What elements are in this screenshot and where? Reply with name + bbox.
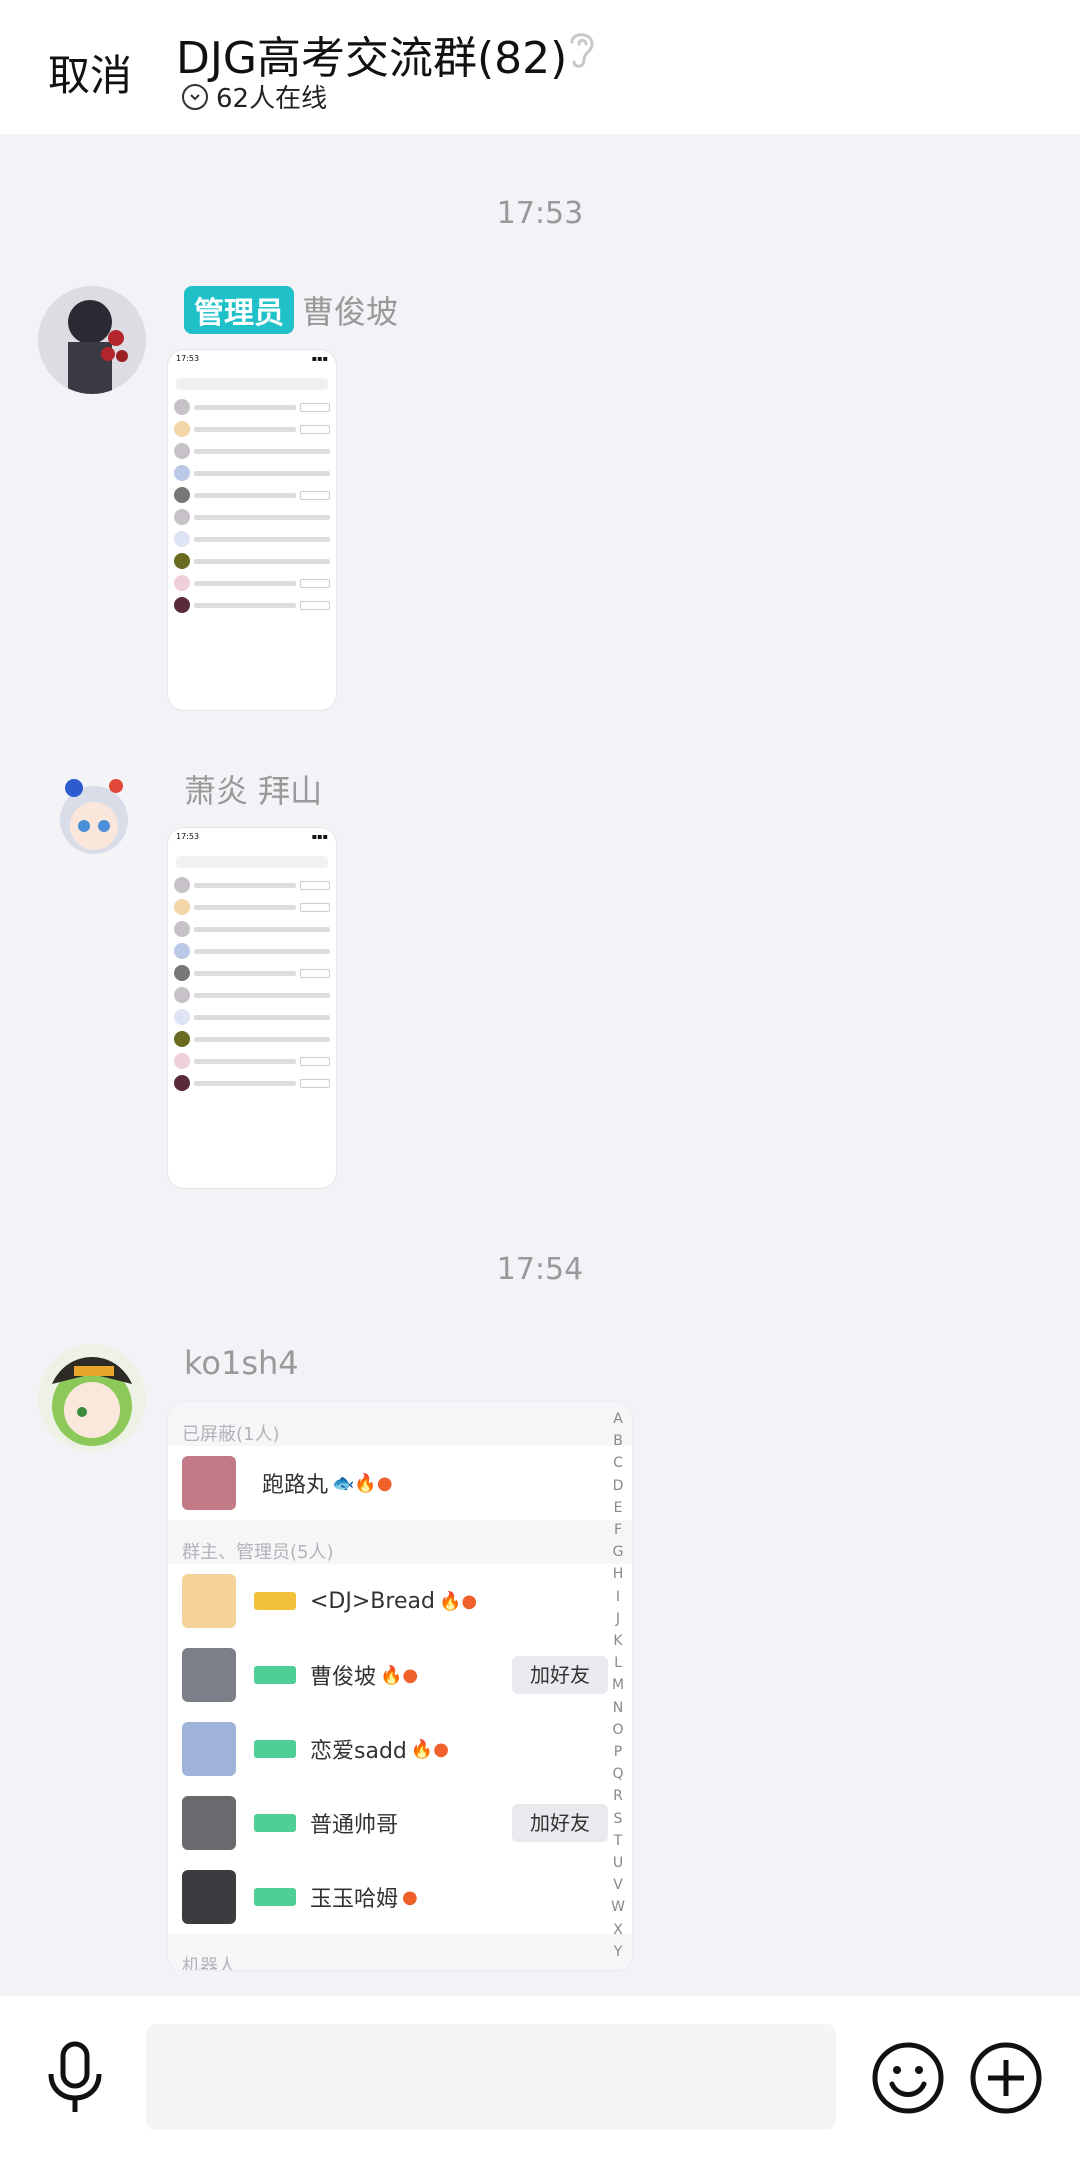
list-item: 恋爱sadd 🔥● [168, 1712, 632, 1786]
alphabet-letter[interactable]: S [608, 1808, 628, 1830]
avatar [182, 1796, 236, 1850]
ear-icon[interactable] [562, 26, 602, 72]
alphabet-letter[interactable]: D [608, 1475, 628, 1497]
image-message[interactable]: 已屏蔽(1人) 跑路丸 🐟🔥● 群主、管理员(5人) <DJ>Bread 🔥● … [168, 1402, 632, 1970]
microphone-icon[interactable] [44, 2040, 106, 2116]
sender-name: 曹俊坡 [302, 293, 399, 331]
alphabet-letter[interactable]: L [608, 1652, 628, 1674]
alphabet-letter[interactable]: I [608, 1586, 628, 1608]
admin-badge [254, 1814, 296, 1832]
list-item: 普通帅哥 加好友 [168, 1786, 632, 1860]
avatar [182, 1870, 236, 1924]
input-bar [0, 1996, 1080, 2159]
alphabet-letter[interactable]: X [608, 1919, 628, 1941]
sender-line: ko1sh4 [184, 1344, 299, 1382]
fire-icon: 🔥● [380, 1664, 419, 1686]
alphabet-letter[interactable]: B [608, 1430, 628, 1452]
sender-line: 萧炎 拜山 [184, 766, 322, 812]
alphabet-index: ABCDEFGHIJKLMNOPQRSTUVWXY [608, 1408, 628, 1963]
admin-badge: 管理员 [184, 286, 294, 334]
image-message[interactable]: 17:53 ▪▪▪ [168, 828, 336, 1188]
sender-line: 管理员 曹俊坡 [184, 286, 398, 334]
avatar[interactable] [38, 286, 146, 394]
admin-badge [254, 1740, 296, 1758]
list-item: 玉玉哈姆 ● [168, 1860, 632, 1934]
plus-icon[interactable] [968, 2040, 1044, 2116]
alphabet-letter[interactable]: C [608, 1452, 628, 1474]
group-title[interactable]: DJG高考交流群(82) [176, 22, 567, 86]
message-input[interactable] [146, 2024, 836, 2130]
avatar [182, 1648, 236, 1702]
owner-badge [254, 1592, 296, 1610]
alphabet-letter[interactable]: A [608, 1408, 628, 1430]
emoji-icon[interactable] [870, 2040, 946, 2116]
alphabet-letter[interactable]: V [608, 1874, 628, 1896]
list-item: <DJ>Bread 🔥● [168, 1564, 632, 1638]
alphabet-letter[interactable]: O [608, 1719, 628, 1741]
fire-icon: 🔥● [410, 1738, 449, 1760]
alphabet-letter[interactable]: E [608, 1497, 628, 1519]
admin-badge [254, 1666, 296, 1684]
alphabet-letter[interactable]: Q [608, 1763, 628, 1785]
avatar[interactable] [38, 1344, 146, 1452]
alphabet-letter[interactable]: U [608, 1852, 628, 1874]
add-friend-button[interactable]: 加好友 [512, 1656, 608, 1694]
timestamp: 17:54 [496, 1252, 584, 1287]
sender-name: ko1sh4 [184, 1344, 299, 1382]
list-item: 跑路丸 🐟🔥● [168, 1446, 632, 1520]
alphabet-letter[interactable]: W [608, 1896, 628, 1918]
admin-badge [254, 1888, 296, 1906]
alphabet-letter[interactable]: M [608, 1674, 628, 1696]
alphabet-letter[interactable]: J [608, 1608, 628, 1630]
avatar [182, 1456, 236, 1510]
section-header: 机器人 [168, 1934, 632, 1970]
alphabet-letter[interactable]: K [608, 1630, 628, 1652]
timestamp: 17:53 [496, 196, 584, 231]
alphabet-letter[interactable]: T [608, 1830, 628, 1852]
online-count: 62人在线 [216, 84, 328, 114]
chat-header: 取消 DJG高考交流群(82) 62人在线 [0, 0, 1080, 134]
fire-icon: 🔥● [438, 1590, 478, 1612]
list-item: 曹俊坡 🔥● 加好友 [168, 1638, 632, 1712]
avatar[interactable] [38, 766, 146, 874]
image-message[interactable]: 17:53 ▪▪▪ [168, 350, 336, 710]
alphabet-letter[interactable]: R [608, 1785, 628, 1807]
cancel-button[interactable]: 取消 [48, 42, 132, 103]
alphabet-letter[interactable]: H [608, 1563, 628, 1585]
avatar [182, 1722, 236, 1776]
alphabet-letter[interactable]: N [608, 1697, 628, 1719]
section-header: 群主、管理员(5人) [168, 1520, 632, 1564]
fire-icon: ● [402, 1886, 418, 1908]
fire-icon: 🐟🔥● [332, 1472, 393, 1494]
sender-name: 萧炎 拜山 [184, 772, 323, 810]
chevron-down-icon [182, 83, 208, 110]
avatar [182, 1574, 236, 1628]
alphabet-letter[interactable]: Y [608, 1941, 628, 1963]
section-header: 已屏蔽(1人) [168, 1402, 632, 1446]
add-friend-button[interactable]: 加好友 [512, 1804, 608, 1842]
alphabet-letter[interactable]: G [608, 1541, 628, 1563]
alphabet-letter[interactable]: P [608, 1741, 628, 1763]
online-status[interactable]: 62人在线 [182, 78, 327, 115]
alphabet-letter[interactable]: F [608, 1519, 628, 1541]
